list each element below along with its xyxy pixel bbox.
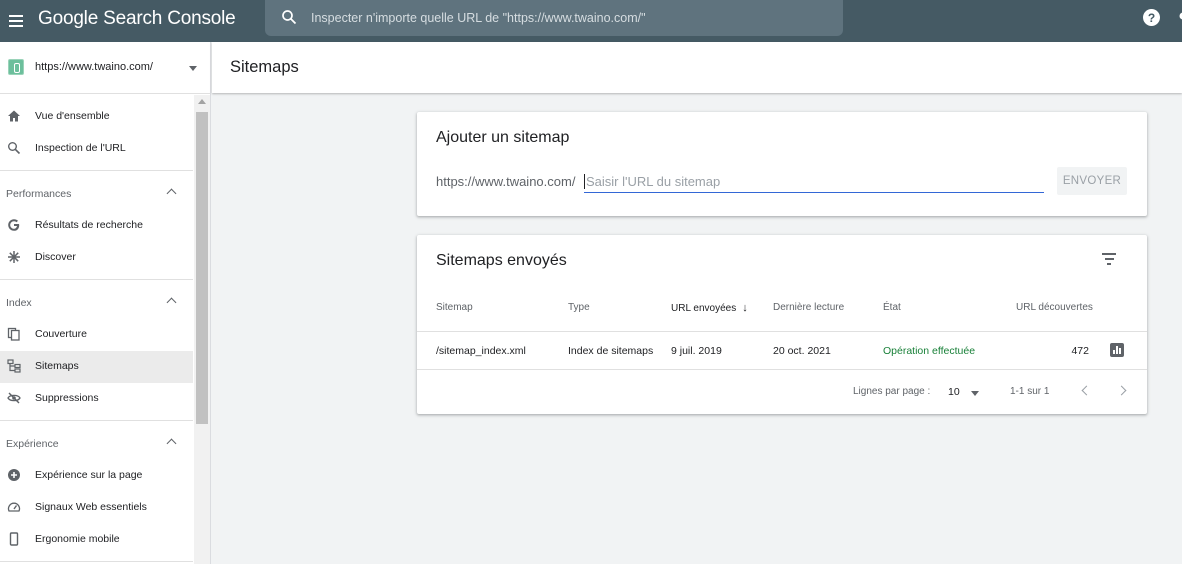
next-page-button[interactable] <box>1118 386 1128 396</box>
sidebar-item-label: Résultats de recherche <box>35 219 143 231</box>
search-icon <box>8 142 21 155</box>
speed-icon <box>7 502 21 512</box>
scrollbar-thumb[interactable] <box>196 112 208 424</box>
scroll-up-arrow-icon[interactable] <box>198 99 206 104</box>
sidebar-section-index[interactable]: Index <box>0 287 193 319</box>
sidebar-item-label: Signaux Web essentiels <box>35 501 147 513</box>
cell-type: Index de sitemaps <box>568 345 654 357</box>
sidebar-item-label: Discover <box>35 251 76 263</box>
smartphone-icon <box>9 532 19 546</box>
rows-per-page-label: Lignes par page : <box>853 386 931 397</box>
google-g-icon <box>8 219 20 231</box>
sitemap-url-prefix: https://www.twaino.com/ <box>436 174 576 189</box>
sidebar-item-page-experience[interactable]: Expérience sur la page <box>0 460 193 492</box>
sidebar-item-search-results[interactable]: Résultats de recherche <box>0 210 193 242</box>
divider <box>0 279 193 280</box>
add-sitemap-card: Ajouter un sitemap https://www.twaino.co… <box>417 112 1147 216</box>
column-header-type[interactable]: Type <box>568 302 590 313</box>
sidebar-section-experience[interactable]: Expérience <box>0 428 193 460</box>
sidebar-item-label: Inspection de l'URL <box>35 142 126 154</box>
property-selector[interactable]: https://www.twaino.com/ <box>0 42 210 94</box>
submitted-sitemaps-card: Sitemaps envoyés Sitemap Type URL envoyé… <box>417 235 1147 414</box>
chevron-down-icon <box>189 66 197 71</box>
account-icon[interactable] <box>1176 11 1182 25</box>
copy-icon <box>7 327 20 341</box>
url-inspection-input[interactable] <box>311 0 831 36</box>
sidebar-item-overview[interactable]: Vue d'ensemble <box>0 101 193 133</box>
filter-icon[interactable] <box>1101 252 1117 266</box>
bar-chart-icon[interactable] <box>1110 343 1124 357</box>
sidebar-item-label: Vue d'ensemble <box>35 110 110 122</box>
cell-sitemap: /sitemap_index.xml <box>436 345 526 357</box>
cell-submitted: 9 juil. 2019 <box>671 345 722 357</box>
chevron-up-icon <box>166 188 177 199</box>
sidebar: https://www.twaino.com/ Vue d'ensemble I… <box>0 42 211 564</box>
cell-discovered: 472 <box>1071 345 1089 357</box>
sidebar-section-performance[interactable]: Performances <box>0 178 193 210</box>
divider <box>417 369 1147 370</box>
divider <box>0 420 193 421</box>
divider <box>417 331 1147 332</box>
cell-last-read: 20 oct. 2021 <box>773 345 831 357</box>
asterisk-icon <box>8 251 20 263</box>
divider <box>0 170 193 171</box>
sidebar-scrollbar[interactable] <box>194 95 210 564</box>
sitemap-url-input[interactable] <box>584 170 1044 193</box>
submitted-sitemaps-title: Sitemaps envoyés <box>436 252 567 269</box>
rows-per-page-value: 10 <box>948 386 960 398</box>
sidebar-item-label: Suppressions <box>35 392 99 404</box>
chevron-up-icon <box>166 297 177 308</box>
section-label: Performances <box>6 188 72 200</box>
divider <box>0 561 193 562</box>
text-caret <box>584 174 585 189</box>
column-header-label: URL envoyées <box>671 303 737 314</box>
sidebar-item-label: Expérience sur la page <box>35 469 143 481</box>
sidebar-item-label: Ergonomie mobile <box>35 533 120 545</box>
sidebar-item-removals[interactable]: Suppressions <box>0 383 193 415</box>
column-header-discovered[interactable]: URL découvertes <box>1016 302 1093 313</box>
eye-off-icon <box>7 392 21 404</box>
search-icon <box>282 10 297 25</box>
sidebar-item-discover[interactable]: Discover <box>0 242 193 274</box>
sidebar-item-core-web-vitals[interactable]: Signaux Web essentiels <box>0 492 193 524</box>
nav-list: Vue d'ensemble Inspection de l'URL Perfo… <box>0 95 194 564</box>
column-header-status[interactable]: État <box>883 302 901 313</box>
cell-status: Opération effectuée <box>883 345 976 357</box>
sidebar-item-label: Sitemaps <box>35 360 79 372</box>
pagination-range: 1-1 sur 1 <box>1010 386 1050 397</box>
page-title: Sitemaps <box>230 58 299 76</box>
menu-icon[interactable] <box>7 9 25 33</box>
previous-page-button[interactable] <box>1081 386 1091 396</box>
sidebar-item-url-inspection[interactable]: Inspection de l'URL <box>0 133 193 165</box>
property-favicon-icon <box>8 59 24 75</box>
column-header-last-read[interactable]: Dernière lecture <box>773 302 844 313</box>
arrow-down-icon: ↓ <box>742 302 748 314</box>
submit-sitemap-button[interactable]: ENVOYER <box>1057 167 1127 195</box>
app-title[interactable]: Google Search Console <box>38 8 236 30</box>
sidebar-item-mobile-usability[interactable]: Ergonomie mobile <box>0 524 193 556</box>
rows-per-page-select[interactable]: 10 <box>947 383 983 401</box>
page-header: Sitemaps <box>212 42 1182 93</box>
column-header-sitemap[interactable]: Sitemap <box>436 302 473 313</box>
property-url: https://www.twaino.com/ <box>35 61 153 73</box>
section-label: Index <box>6 297 32 309</box>
chevron-up-icon <box>166 438 177 449</box>
help-icon[interactable]: ? <box>1143 9 1160 26</box>
url-inspection-search[interactable] <box>265 0 843 36</box>
column-header-submitted[interactable]: URL envoyées ↓ <box>671 302 748 314</box>
chevron-down-icon <box>971 391 979 396</box>
sidebar-item-sitemaps[interactable]: Sitemaps <box>0 351 193 383</box>
section-label: Expérience <box>6 438 59 450</box>
add-sitemap-title: Ajouter un sitemap <box>436 129 570 146</box>
sidebar-item-label: Couverture <box>35 328 87 340</box>
sidebar-item-coverage[interactable]: Couverture <box>0 319 193 351</box>
sitemap-icon <box>7 359 21 373</box>
add-circle-icon <box>8 469 20 481</box>
top-app-bar: Google Search Console ? <box>0 0 1182 42</box>
home-icon <box>8 110 20 122</box>
